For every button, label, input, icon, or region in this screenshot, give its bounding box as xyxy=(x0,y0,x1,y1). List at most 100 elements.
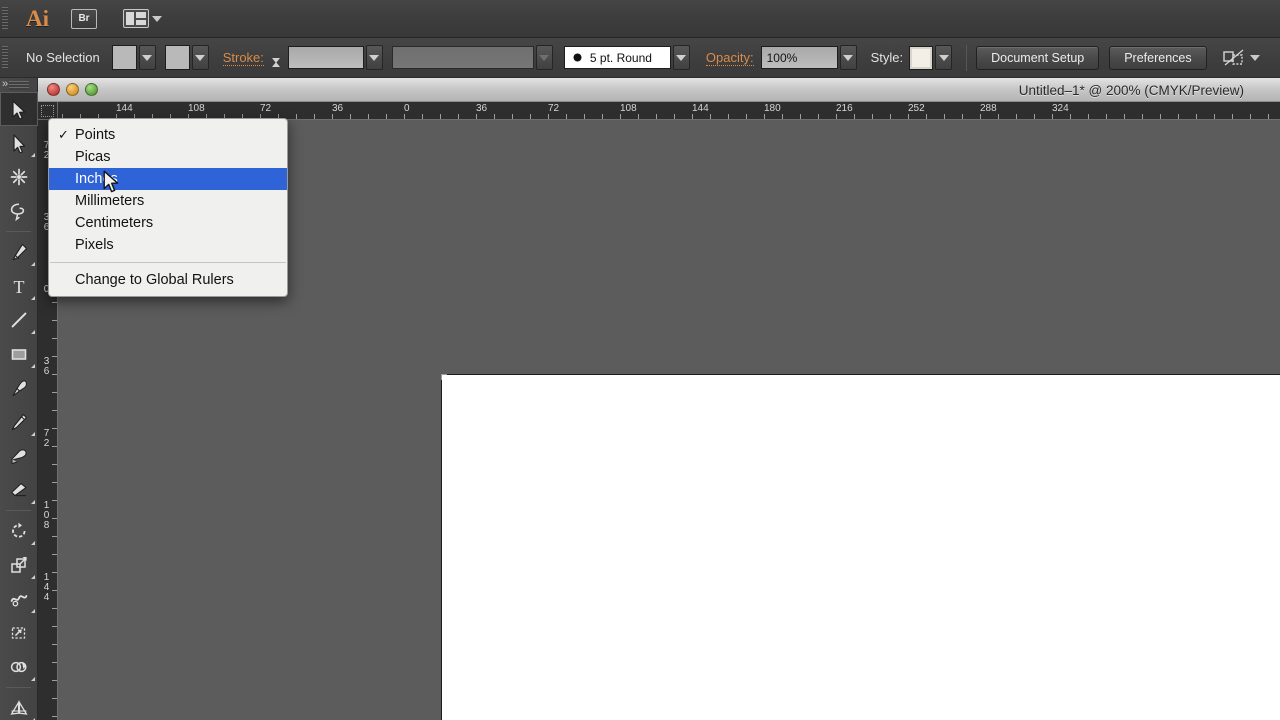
controlbar-grip[interactable] xyxy=(0,38,10,77)
ruler-tick xyxy=(52,680,57,681)
opacity-dropdown-button[interactable] xyxy=(839,45,857,70)
menu-item-picas[interactable]: Picas xyxy=(49,146,287,168)
paintbrush-tool[interactable] xyxy=(0,371,38,405)
fill-color-control[interactable] xyxy=(111,45,156,70)
pen-tool[interactable] xyxy=(0,235,38,269)
tool-flyout-indicator[interactable] xyxy=(31,500,35,504)
perspective-grid-icon xyxy=(10,699,28,715)
tool-flyout-indicator[interactable] xyxy=(31,153,35,157)
style-dropdown-button[interactable] xyxy=(935,45,953,70)
svg-text:T: T xyxy=(14,277,25,296)
pencil-icon xyxy=(11,413,27,430)
ruler-tick xyxy=(944,114,945,119)
stroke-weight-stepper[interactable] xyxy=(271,45,287,80)
stroke-dropdown-button[interactable] xyxy=(191,45,209,70)
direct-selection-tool[interactable] xyxy=(0,126,38,160)
shape-builder-tool[interactable] xyxy=(0,650,38,684)
pencil-tool[interactable] xyxy=(0,405,38,439)
selection-tool[interactable] xyxy=(0,92,38,126)
ruler-tick xyxy=(368,114,369,119)
graphic-style-control[interactable] xyxy=(909,45,953,70)
minimize-button[interactable] xyxy=(66,83,79,96)
illustrator-window: Ai Br No Selection Stroke: 5 pt. Round O… xyxy=(0,0,1280,720)
align-transform-icon xyxy=(1222,49,1244,65)
checkmark-icon: ✓ xyxy=(58,127,69,142)
menu-item-millimeters[interactable]: Millimeters xyxy=(49,190,287,212)
ruler-label: 36 xyxy=(476,103,488,114)
menu-item-inches[interactable]: Inches xyxy=(49,168,287,190)
ruler-tick xyxy=(530,114,531,119)
align-transform-control[interactable] xyxy=(1222,49,1260,67)
arrange-documents-button[interactable] xyxy=(123,9,162,28)
lasso-icon xyxy=(10,202,25,221)
opacity-control[interactable]: 100% xyxy=(760,45,857,70)
rotate-tool[interactable] xyxy=(0,514,38,548)
line-segment-tool[interactable] xyxy=(0,303,38,337)
rectangle-tool[interactable] xyxy=(0,337,38,371)
free-transform-tool[interactable] xyxy=(0,616,38,650)
tool-flyout-indicator[interactable] xyxy=(31,364,35,368)
stroke-weight-control[interactable] xyxy=(271,45,383,80)
menu-item-points[interactable]: ✓ Points xyxy=(49,124,287,146)
ruler-tick xyxy=(52,716,57,717)
style-label: Style: xyxy=(870,50,904,65)
type-tool[interactable]: T xyxy=(0,269,38,303)
stroke-weight-label[interactable]: Stroke: xyxy=(222,50,264,66)
control-separator xyxy=(966,44,968,71)
scale-tool[interactable] xyxy=(0,548,38,582)
menu-item-pixels[interactable]: Pixels xyxy=(49,234,287,256)
fill-swatch[interactable] xyxy=(111,45,137,70)
tool-flyout-indicator[interactable] xyxy=(31,432,35,436)
preferences-button[interactable]: Preferences xyxy=(1109,45,1207,70)
window-controls[interactable] xyxy=(38,83,98,96)
tool-flyout-indicator[interactable] xyxy=(31,609,35,613)
close-button[interactable] xyxy=(47,83,60,96)
tool-flyout-indicator[interactable] xyxy=(31,262,35,266)
width-profile-control[interactable] xyxy=(391,45,553,70)
control-panel: No Selection Stroke: 5 pt. Round Opacity… xyxy=(0,38,1280,80)
tool-flyout-indicator[interactable] xyxy=(31,677,35,681)
tool-flyout-indicator[interactable] xyxy=(31,296,35,300)
blob-brush-tool[interactable] xyxy=(0,439,38,473)
ruler-tick xyxy=(1268,114,1269,119)
menu-item-centimeters[interactable]: Centimeters xyxy=(49,212,287,234)
document-titlebar[interactable]: Untitled–1* @ 200% (CMYK/Preview) xyxy=(38,78,1280,102)
ruler-units-context-menu[interactable]: ✓ Points Picas Inches Millimeters Centimeters… xyxy=(48,118,288,297)
double-chevron-right-icon[interactable]: » xyxy=(2,78,8,90)
stroke-swatch[interactable] xyxy=(164,45,190,70)
perspective-grid-tool[interactable] xyxy=(0,691,38,720)
opacity-input[interactable]: 100% xyxy=(760,46,838,69)
fill-dropdown-button[interactable] xyxy=(138,45,156,70)
lasso-tool[interactable] xyxy=(0,194,38,228)
width-profile-value[interactable] xyxy=(391,46,534,69)
artboard[interactable] xyxy=(441,374,1280,720)
go-to-bridge-button[interactable]: Br xyxy=(71,8,97,29)
tool-flyout-indicator[interactable] xyxy=(31,541,35,545)
tools-divider xyxy=(6,687,31,688)
magic-wand-tool[interactable] xyxy=(0,160,38,194)
ruler-tick xyxy=(404,114,405,119)
eraser-tool[interactable] xyxy=(0,473,38,507)
ruler-tick xyxy=(458,114,459,119)
tools-panel-grip[interactable]: » xyxy=(0,78,37,92)
stroke-weight-dropdown-button[interactable] xyxy=(365,45,383,70)
brush-definition-value-wrap[interactable]: 5 pt. Round xyxy=(563,46,671,69)
tool-flyout-indicator[interactable] xyxy=(31,575,35,579)
ruler-tick xyxy=(1214,114,1215,119)
ruler-tick xyxy=(52,410,57,411)
menu-item-change-to-global-rulers[interactable]: Change to Global Rulers xyxy=(49,269,287,291)
round-brush-icon xyxy=(573,53,582,62)
brush-definition-dropdown-button[interactable] xyxy=(672,45,690,70)
stroke-weight-input[interactable] xyxy=(287,46,364,69)
tool-flyout-indicator[interactable] xyxy=(31,330,35,334)
brush-definition-control[interactable]: 5 pt. Round xyxy=(563,45,690,70)
ruler-tick xyxy=(350,114,351,119)
zoom-button[interactable] xyxy=(85,83,98,96)
width-profile-dropdown-button[interactable] xyxy=(535,45,553,70)
stroke-color-control[interactable] xyxy=(164,45,209,70)
document-setup-button[interactable]: Document Setup xyxy=(976,45,1100,70)
width-tool[interactable] xyxy=(0,582,38,616)
opacity-label[interactable]: Opacity: xyxy=(705,50,754,66)
appbar-grip[interactable] xyxy=(0,0,10,38)
style-swatch[interactable] xyxy=(909,45,934,70)
